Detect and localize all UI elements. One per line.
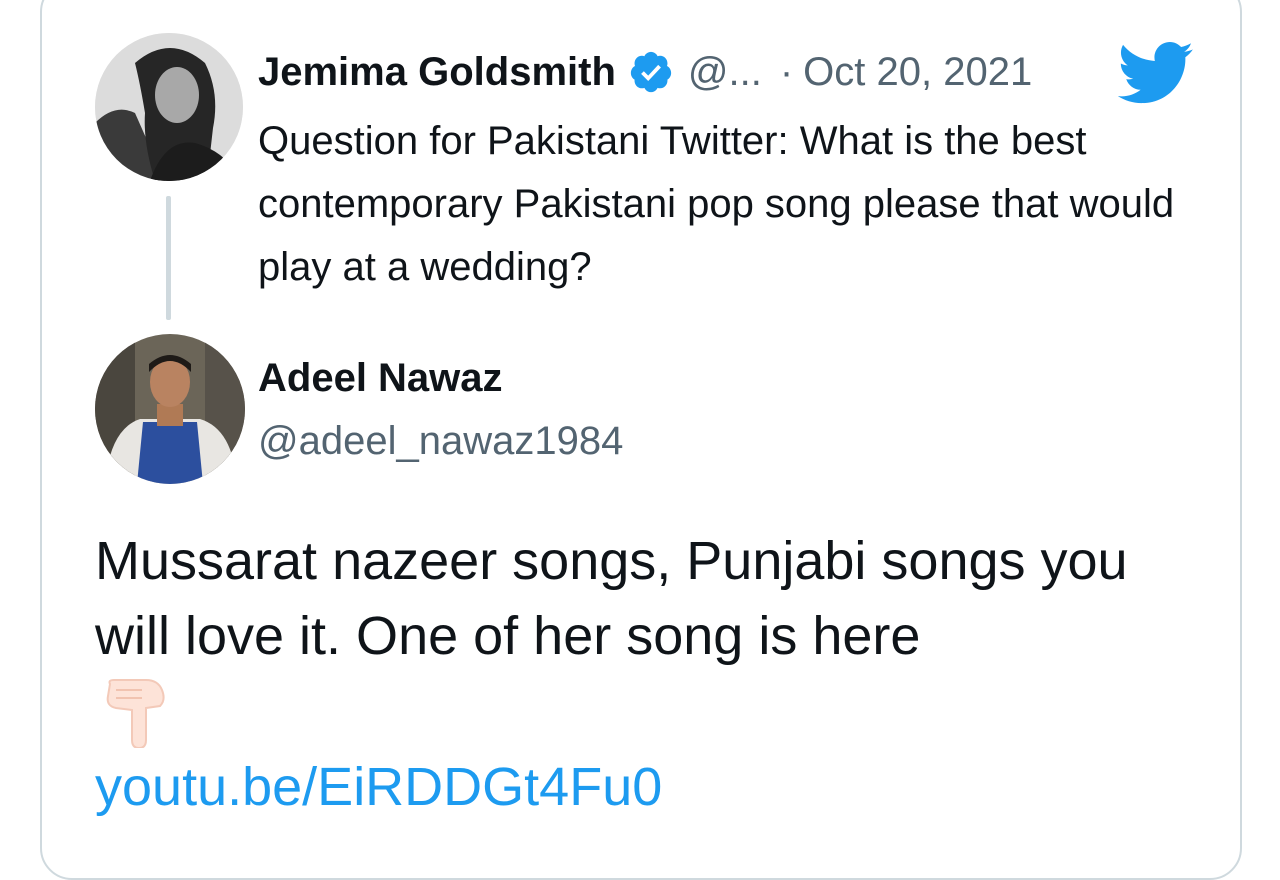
- thread-connector-line: [166, 196, 171, 320]
- quoted-author-avatar[interactable]: [95, 33, 243, 181]
- quoted-tweet-text: Question for Pakistani Twitter: What is …: [258, 119, 1175, 289]
- reply-author-name[interactable]: Adeel Nawaz: [258, 350, 503, 406]
- reply-tweet-text: Mussarat nazeer songs, Punjabi songs you…: [95, 531, 1128, 666]
- youtube-link[interactable]: youtu.be/EiRDDGt4Fu0: [95, 752, 662, 822]
- header-separator: ·: [779, 50, 794, 94]
- verified-badge-icon: [630, 51, 671, 93]
- quoted-author-handle[interactable]: @...: [688, 44, 762, 100]
- backhand-index-pointing-down-icon: [106, 679, 165, 748]
- twitter-bird-icon[interactable]: [1116, 42, 1196, 104]
- reply-author-avatar[interactable]: [95, 334, 245, 484]
- reply-author-handle[interactable]: @adeel_nawaz1984: [258, 413, 623, 469]
- quoted-tweet-date[interactable]: Oct 20, 2021: [803, 44, 1032, 100]
- quoted-author-name[interactable]: Jemima Goldsmith: [258, 44, 616, 100]
- quoted-tweet-header: Jemima Goldsmith @... · Oct 20, 2021: [258, 44, 1032, 100]
